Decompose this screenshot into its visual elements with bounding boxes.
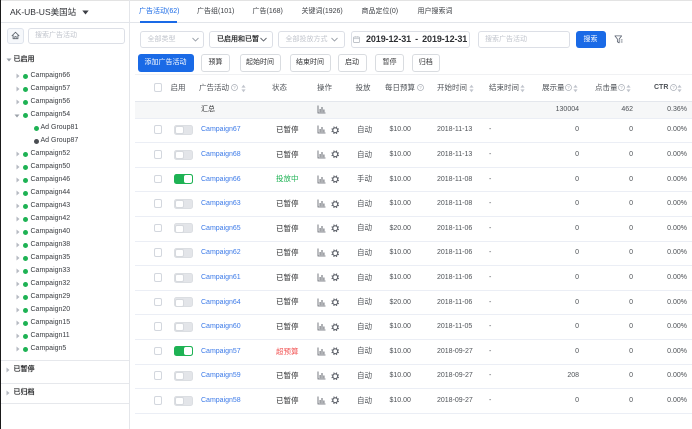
svg-text:?: ? [568,85,571,90]
svg-text:?: ? [672,85,675,90]
svg-text:?: ? [234,85,237,90]
svg-text:?: ? [419,85,422,90]
svg-text:?: ? [620,85,623,90]
